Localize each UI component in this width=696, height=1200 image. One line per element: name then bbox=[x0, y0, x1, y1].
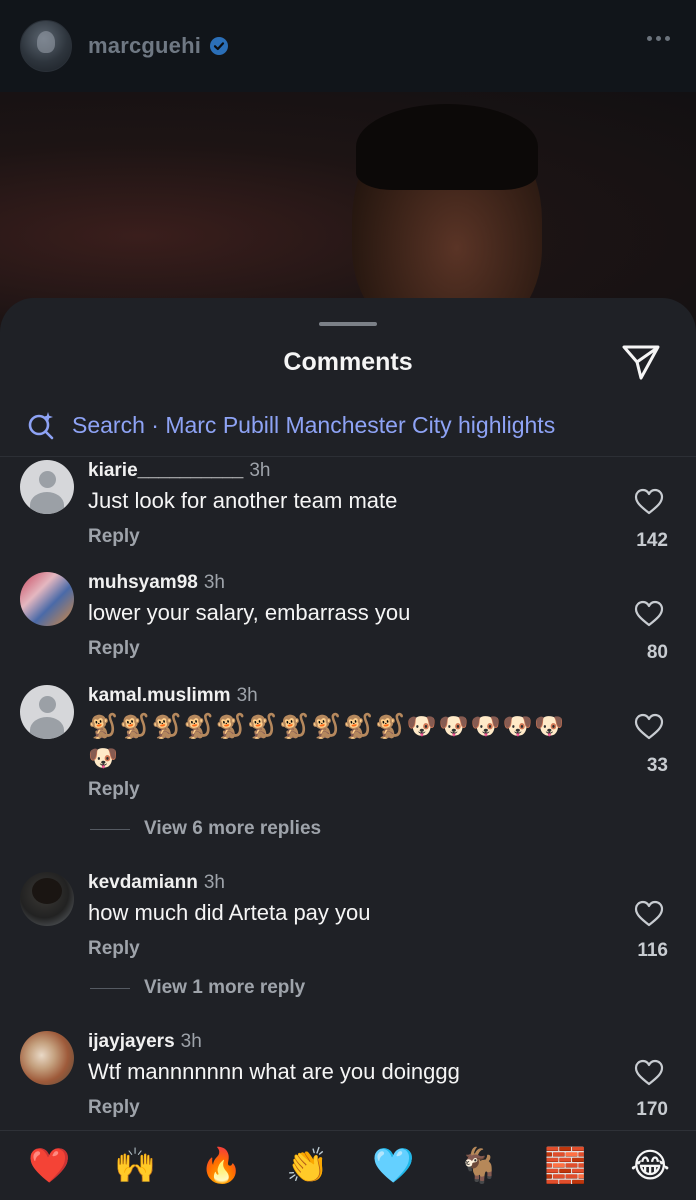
verified-badge-icon bbox=[210, 37, 229, 55]
reply-button[interactable]: Reply bbox=[88, 526, 140, 548]
comment-time: 3h bbox=[180, 1031, 202, 1052]
comment-time: 3h bbox=[203, 872, 225, 893]
comment-username[interactable]: kevdamiann bbox=[88, 872, 198, 894]
like-heart-icon[interactable] bbox=[634, 488, 664, 516]
raised-hands-emoji-button[interactable]: 🙌 bbox=[114, 1149, 156, 1183]
heart-emoji-button[interactable]: ❤️ bbox=[28, 1149, 70, 1183]
comment-text: Wtf mannnnnnn what are you doinggg bbox=[88, 1059, 460, 1084]
view-more-replies-text[interactable]: View 6 more replies bbox=[144, 818, 321, 840]
reply-button[interactable]: Reply bbox=[88, 638, 140, 660]
more-options-icon[interactable] bbox=[647, 36, 670, 41]
comment-emoji-line: 🐶 bbox=[88, 745, 120, 772]
divider bbox=[0, 456, 696, 457]
reply-button[interactable]: Reply bbox=[88, 1097, 140, 1119]
like-count: 33 bbox=[646, 755, 668, 776]
clapping-emoji-button[interactable]: 👏 bbox=[286, 1149, 328, 1183]
comment-username[interactable]: muhsyam98 bbox=[88, 572, 198, 594]
like-count: 170 bbox=[636, 1099, 668, 1120]
comment-text: 🐒🐒🐒🐒🐒🐒🐒🐒🐒🐒🐶🐶🐶🐶🐶 🐶 bbox=[88, 711, 608, 775]
post-photo bbox=[0, 92, 696, 332]
search-suggestion[interactable]: Search · Marc Pubill Manchester City hig… bbox=[26, 410, 555, 440]
comment-time: 3h bbox=[203, 572, 225, 593]
comment-time: 3h bbox=[236, 685, 258, 706]
commenter-avatar[interactable] bbox=[20, 460, 74, 514]
commenter-avatar[interactable] bbox=[20, 1031, 74, 1085]
view-more-replies-text[interactable]: View 1 more reply bbox=[144, 977, 305, 999]
comments-sheet: Comments Search · Marc Pubill Manchester… bbox=[0, 298, 696, 1200]
search-suggestion-text[interactable]: Search · Marc Pubill Manchester City hig… bbox=[72, 412, 555, 439]
commenter-avatar[interactable] bbox=[20, 572, 74, 626]
comment-username[interactable]: ijayjayers bbox=[88, 1031, 175, 1053]
commenter-avatar[interactable] bbox=[20, 685, 74, 739]
like-count: 116 bbox=[637, 940, 668, 961]
like-heart-icon[interactable] bbox=[634, 713, 664, 741]
sheet-title: Comments bbox=[283, 348, 413, 376]
like-heart-icon[interactable] bbox=[634, 1059, 664, 1087]
like-heart-icon[interactable] bbox=[634, 600, 664, 628]
commenter-avatar[interactable] bbox=[20, 872, 74, 926]
view-more-replies[interactable]: View 6 more replies bbox=[90, 818, 321, 840]
post-header: marcguehi bbox=[0, 0, 696, 92]
drag-handle[interactable] bbox=[319, 322, 377, 326]
goat-emoji-button[interactable]: 🐐 bbox=[458, 1149, 500, 1183]
emoji-reaction-bar: ❤️ 🙌 🔥 👏 🩵 🐐 🧱 😂 bbox=[0, 1130, 696, 1200]
comment-text: how much did Arteta pay you bbox=[88, 900, 371, 925]
comment-time: 3h bbox=[249, 460, 271, 481]
brick-emoji-button[interactable]: 🧱 bbox=[544, 1149, 586, 1183]
search-sparkle-icon bbox=[28, 412, 54, 440]
fire-emoji-button[interactable]: 🔥 bbox=[200, 1149, 242, 1183]
laughing-emoji-button[interactable]: 😂 bbox=[630, 1149, 670, 1183]
comment-username[interactable]: kiarie__________ bbox=[88, 460, 243, 482]
light-blue-heart-emoji-button[interactable]: 🩵 bbox=[372, 1149, 414, 1183]
like-heart-icon[interactable] bbox=[634, 900, 664, 928]
reply-button[interactable]: Reply bbox=[88, 779, 140, 801]
post-username[interactable]: marcguehi bbox=[88, 33, 201, 59]
comment-emoji-line: 🐒🐒🐒🐒🐒🐒🐒🐒🐒🐒🐶🐶🐶🐶🐶 bbox=[88, 713, 567, 740]
post-author-avatar[interactable] bbox=[20, 20, 72, 72]
comment-text: Just look for another team mate bbox=[88, 488, 398, 513]
reply-button[interactable]: Reply bbox=[88, 938, 140, 960]
like-count: 80 bbox=[646, 642, 668, 663]
comment-username[interactable]: kamal.muslimm bbox=[88, 685, 231, 707]
view-more-replies[interactable]: View 1 more reply bbox=[90, 977, 305, 999]
comment-text: lower your salary, embarrass you bbox=[88, 600, 411, 625]
like-count: 142 bbox=[636, 530, 668, 551]
share-icon[interactable] bbox=[620, 342, 662, 382]
